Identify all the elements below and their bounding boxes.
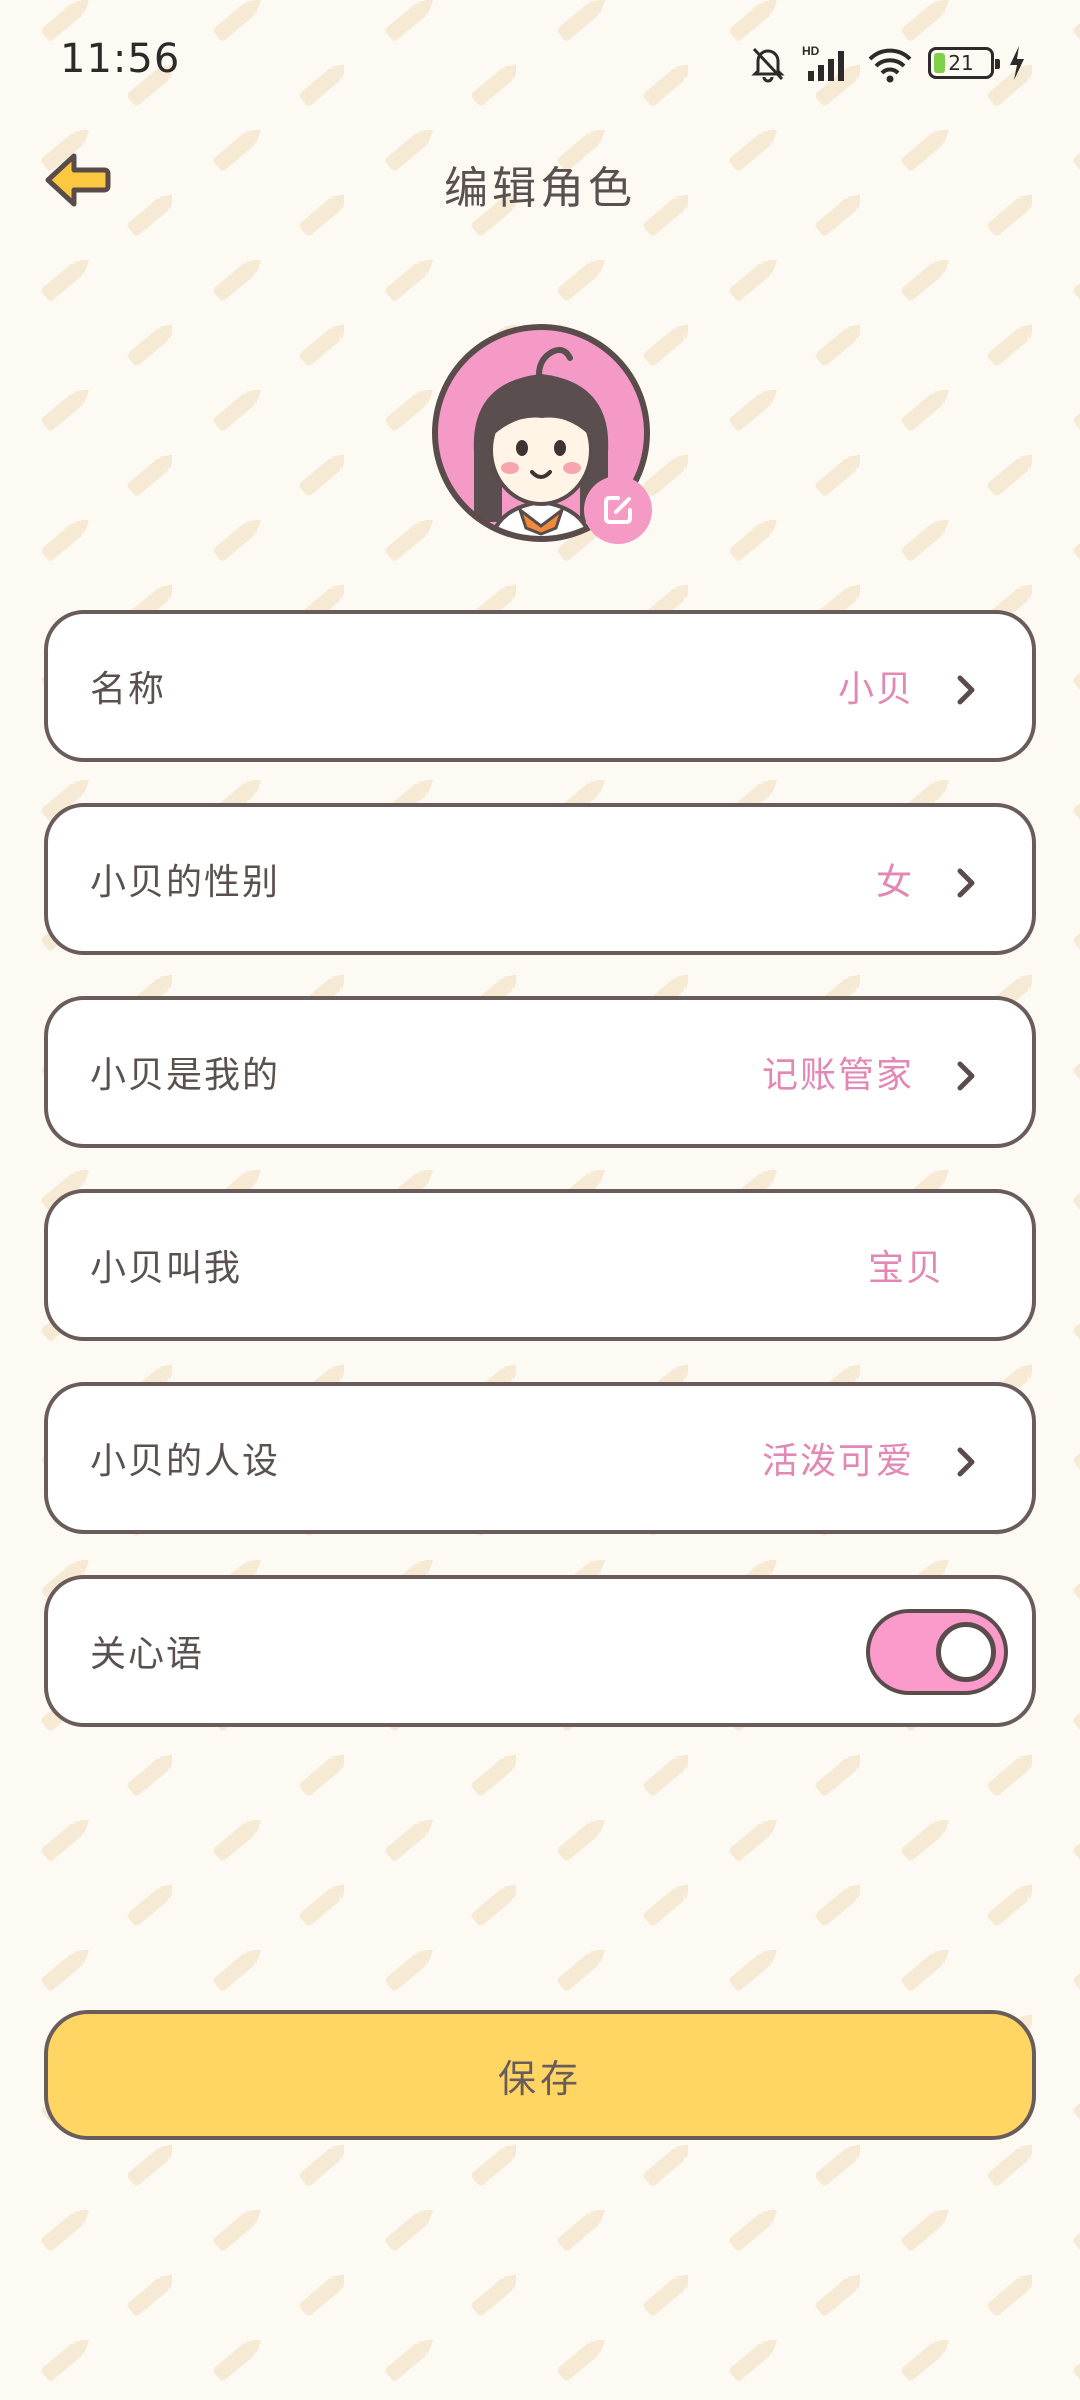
settings-list: 名称 小贝 小贝的性别 女 小贝是我的 记账管家 小贝叫我 宝贝 小贝的人设 活… xyxy=(44,610,1036,1768)
network-type-label: HD xyxy=(802,44,820,58)
save-button[interactable]: 保存 xyxy=(44,2010,1036,2140)
row-label: 关心语 xyxy=(90,1634,205,1675)
chevron-right-icon xyxy=(957,868,975,898)
row-care-words: 关心语 xyxy=(44,1575,1036,1727)
edit-character-screen: 11:56 HD 21 编辑角色 名称 小贝 小贝的性别 女 小贝是我的 记账管… xyxy=(0,0,1080,2400)
chevron-right-icon xyxy=(957,1061,975,1091)
row-label: 小贝是我的 xyxy=(90,1055,281,1096)
row-value: 女 xyxy=(875,862,914,903)
charging-icon xyxy=(1010,46,1024,80)
row-label: 小贝叫我 xyxy=(90,1248,243,1289)
row-gender[interactable]: 小贝的性别 女 xyxy=(44,803,1036,955)
wifi-icon xyxy=(868,48,912,83)
care-words-toggle[interactable] xyxy=(866,1609,1008,1695)
row-value: 小贝 xyxy=(837,669,914,710)
status-bar: 11:56 HD 21 xyxy=(0,0,1080,120)
row-value: 活泼可爱 xyxy=(761,1441,914,1482)
row-value: 宝贝 xyxy=(867,1248,944,1289)
avatar-container xyxy=(430,322,652,544)
battery-level: 21 xyxy=(948,51,974,75)
save-button-label: 保存 xyxy=(497,2056,582,2101)
toggle-knob xyxy=(936,1622,996,1682)
chevron-right-icon xyxy=(957,1447,975,1477)
battery-cap xyxy=(995,59,1000,69)
signal-icon: HD xyxy=(802,44,844,81)
row-label: 小贝的人设 xyxy=(90,1441,281,1482)
row-label: 小贝的性别 xyxy=(90,862,281,903)
row-nickname[interactable]: 小贝叫我 宝贝 xyxy=(44,1189,1036,1341)
status-icons: HD 21 xyxy=(748,38,1026,88)
row-label: 名称 xyxy=(90,669,167,710)
edit-icon xyxy=(604,496,632,524)
avatar-edit-button[interactable] xyxy=(584,476,652,544)
row-value: 记账管家 xyxy=(761,1055,914,1096)
row-persona[interactable]: 小贝的人设 活泼可爱 xyxy=(44,1382,1036,1534)
page-title: 编辑角色 xyxy=(444,163,636,214)
row-name[interactable]: 名称 小贝 xyxy=(44,610,1036,762)
battery-icon: 21 xyxy=(928,47,1000,79)
row-relationship[interactable]: 小贝是我的 记账管家 xyxy=(44,996,1036,1148)
header: 编辑角色 xyxy=(0,140,1080,220)
status-time: 11:56 xyxy=(60,36,181,82)
mute-bell-icon xyxy=(751,47,785,83)
chevron-right-icon xyxy=(957,675,975,705)
